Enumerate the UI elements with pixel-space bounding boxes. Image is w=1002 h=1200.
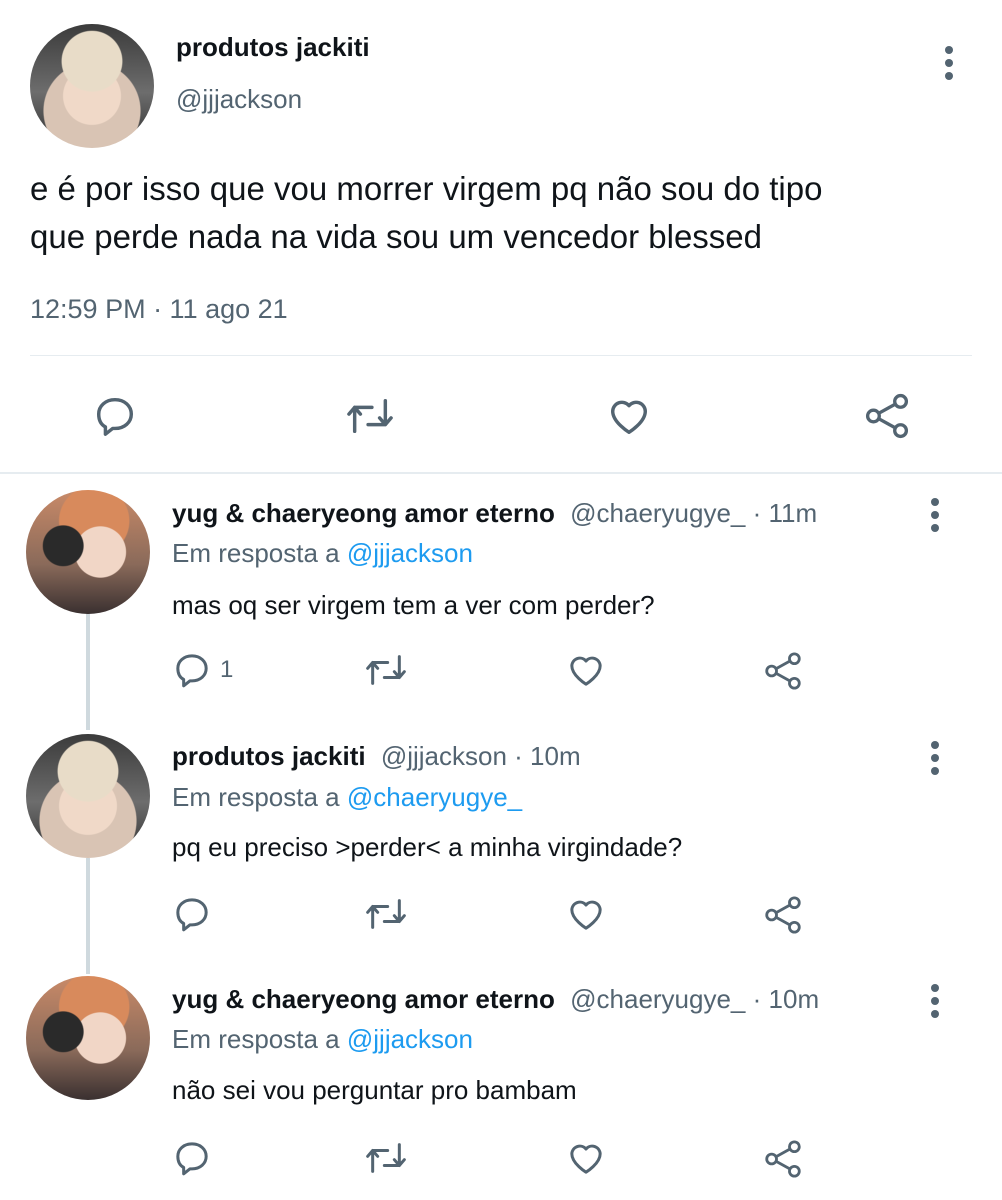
tweet-timestamp[interactable]: 12:59 PM · 11 ago 21: [30, 294, 288, 325]
section-divider: [0, 472, 1002, 474]
author-name[interactable]: yug & chaeryeong amor eterno: [172, 984, 555, 1014]
author-handle[interactable]: @chaeryugye_: [570, 984, 745, 1014]
author-handle[interactable]: @chaeryugye_: [570, 498, 745, 528]
share-icon[interactable]: [862, 391, 912, 441]
avatar[interactable]: [26, 734, 150, 858]
share-icon[interactable]: [762, 894, 804, 936]
retweet-icon[interactable]: [345, 393, 395, 439]
replying-to: Em resposta a @chaeryugye_: [172, 782, 522, 813]
more-options-icon[interactable]: [931, 984, 939, 1023]
replying-prefix: Em resposta a: [172, 538, 340, 568]
reply-time[interactable]: · 10m: [753, 984, 819, 1014]
author-name[interactable]: produtos jackiti: [172, 741, 366, 771]
reply-icon[interactable]: [92, 393, 138, 439]
retweet-icon[interactable]: [364, 1138, 408, 1178]
replying-prefix: Em resposta a: [172, 782, 340, 812]
replying-to: Em resposta a @jjjackson: [172, 1024, 473, 1055]
reply-header: produtos jackiti @jjjackson · 10m: [172, 741, 581, 772]
more-options-icon[interactable]: [931, 498, 939, 537]
more-options-icon[interactable]: [931, 741, 939, 780]
reply-text: mas oq ser virgem tem a ver com perder?: [172, 590, 655, 620]
replying-to-handle[interactable]: @chaeryugye_: [347, 782, 522, 812]
tweet-text-line-1: e é por isso que vou morrer virgem pq nã…: [30, 170, 823, 207]
retweet-icon[interactable]: [364, 894, 408, 934]
thread-line: [86, 858, 90, 974]
heart-icon[interactable]: [565, 1138, 607, 1178]
heart-icon[interactable]: [605, 393, 653, 439]
replying-to-handle[interactable]: @jjjackson: [347, 538, 473, 568]
reply-header: yug & chaeryeong amor eterno @chaeryugye…: [172, 498, 817, 529]
reply-icon[interactable]: [172, 650, 212, 690]
reply-icon[interactable]: [172, 1138, 212, 1178]
retweet-icon[interactable]: [364, 650, 408, 690]
divider: [30, 355, 972, 356]
replying-to: Em resposta a @jjjackson: [172, 538, 473, 569]
share-icon[interactable]: [762, 1138, 804, 1180]
reply-count: 1: [220, 656, 234, 683]
reply-icon[interactable]: [172, 894, 212, 934]
reply-time[interactable]: · 10m: [514, 741, 580, 771]
reply-text: pq eu preciso >perder< a minha virgindad…: [172, 832, 683, 862]
share-icon[interactable]: [762, 650, 804, 692]
thread-line: [86, 612, 90, 730]
author-name[interactable]: yug & chaeryeong amor eterno: [172, 498, 555, 528]
avatar[interactable]: [26, 976, 150, 1100]
heart-icon[interactable]: [565, 650, 607, 690]
replying-to-handle[interactable]: @jjjackson: [347, 1024, 473, 1054]
replying-prefix: Em resposta a: [172, 1024, 340, 1054]
author-handle[interactable]: @jjjackson: [176, 84, 302, 115]
more-options-icon[interactable]: [945, 46, 953, 85]
avatar[interactable]: [30, 24, 154, 148]
reply-text: não sei vou perguntar pro bambam: [172, 1075, 577, 1105]
author-handle[interactable]: @jjjackson: [381, 741, 507, 771]
avatar[interactable]: [26, 490, 150, 614]
author-name[interactable]: produtos jackiti: [176, 32, 370, 63]
tweet-text-line-2: que perde nada na vida sou um vencedor b…: [30, 218, 763, 255]
heart-icon[interactable]: [565, 894, 607, 934]
reply-time[interactable]: · 11m: [753, 498, 818, 528]
reply-header: yug & chaeryeong amor eterno @chaeryugye…: [172, 984, 819, 1015]
